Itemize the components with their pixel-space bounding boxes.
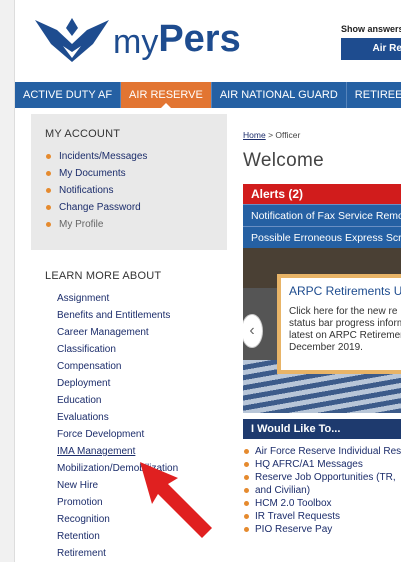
would-link[interactable]: Reserve Job Opportunities (TR, xyxy=(243,471,401,484)
page-title: Welcome xyxy=(243,150,324,171)
main-content: Home > Officer Welcome Alerts (2) Notifi… xyxy=(243,114,401,562)
account-link-profile[interactable]: My Profile xyxy=(45,216,227,233)
learn-link[interactable]: Classification xyxy=(45,341,227,358)
site-header: my Pers Show answers Air Res xyxy=(15,0,401,80)
nav-air-reserve[interactable]: AIR RESERVE xyxy=(121,82,212,108)
account-link-documents[interactable]: My Documents xyxy=(45,165,227,182)
would-link-continuation[interactable]: and Civilian) xyxy=(243,484,401,497)
account-link-change-password[interactable]: Change Password xyxy=(45,199,227,216)
nav-retiree[interactable]: RETIREE xyxy=(347,82,401,108)
would-link[interactable]: HQ AFRC/A1 Messages xyxy=(243,458,401,471)
alert-item[interactable]: Notification of Fax Service Remo xyxy=(243,204,401,226)
account-link-notifications[interactable]: Notifications xyxy=(45,182,227,199)
would-like-to-panel: I Would Like To... Air Force Reserve Ind… xyxy=(243,419,401,536)
my-account-panel: MY ACCOUNT Incidents/Messages My Documen… xyxy=(31,114,227,250)
learn-link[interactable]: Compensation xyxy=(45,358,227,375)
red-pointer-arrow-icon xyxy=(140,462,212,538)
carousel-prev-button[interactable]: ‹ xyxy=(243,314,263,348)
alerts-title: Alerts (2) xyxy=(243,184,401,204)
would-link[interactable]: Air Force Reserve Individual Res xyxy=(243,445,401,458)
carousel-heading: ARPC Retirements Up xyxy=(289,284,401,298)
learn-link[interactable]: Evaluations xyxy=(45,409,227,426)
would-link[interactable]: HCM 2.0 Toolbox xyxy=(243,497,401,510)
brand-pers: Pers xyxy=(158,17,241,60)
brand-my: my xyxy=(113,22,159,61)
carousel-body: Click here for the new re status bar pro… xyxy=(289,306,401,353)
learn-link-ima-management[interactable]: IMA Management xyxy=(45,443,227,460)
learn-link[interactable]: Benefits and Entitlements xyxy=(45,307,227,324)
would-link[interactable]: PIO Reserve Pay xyxy=(243,523,401,536)
breadcrumb-home[interactable]: Home xyxy=(243,130,266,140)
mypers-logo[interactable]: my Pers xyxy=(33,14,241,66)
breadcrumb: Home > Officer xyxy=(243,130,401,140)
breadcrumb-current: Officer xyxy=(275,130,301,140)
show-answers-label: Show answers xyxy=(341,24,401,34)
alert-item[interactable]: Possible Erroneous Express Scrip xyxy=(243,226,401,248)
air-res-button[interactable]: Air Res xyxy=(341,38,401,60)
learn-link[interactable]: Deployment xyxy=(45,375,227,392)
alerts-panel: Alerts (2) Notification of Fax Service R… xyxy=(243,184,401,248)
nav-active-duty[interactable]: ACTIVE DUTY AF xyxy=(15,82,122,108)
learn-link[interactable]: Retirement xyxy=(45,545,227,562)
air-force-wings-icon xyxy=(35,18,109,62)
learn-link[interactable]: Career Management xyxy=(45,324,227,341)
news-carousel[interactable]: ARPC Retirements Up Click here for the n… xyxy=(243,248,401,413)
carousel-caption[interactable]: ARPC Retirements Up Click here for the n… xyxy=(277,274,401,374)
learn-link[interactable]: Education xyxy=(45,392,227,409)
nav-air-national-guard[interactable]: AIR NATIONAL GUARD xyxy=(212,82,347,108)
account-link-incidents[interactable]: Incidents/Messages xyxy=(45,148,227,165)
would-link[interactable]: IR Travel Requests xyxy=(243,510,401,523)
learn-more-title: LEARN MORE ABOUT xyxy=(45,270,162,282)
breadcrumb-separator: > xyxy=(268,130,274,140)
main-nav: ACTIVE DUTY AF AIR RESERVE AIR NATIONAL … xyxy=(15,82,401,108)
learn-link[interactable]: Assignment xyxy=(45,290,227,307)
screenshot: my Pers Show answers Air Res ACTIVE DUTY… xyxy=(0,0,401,562)
learn-link[interactable]: Force Development xyxy=(45,426,227,443)
would-like-to-title: I Would Like To... xyxy=(243,419,401,439)
my-account-title: MY ACCOUNT xyxy=(45,128,121,140)
